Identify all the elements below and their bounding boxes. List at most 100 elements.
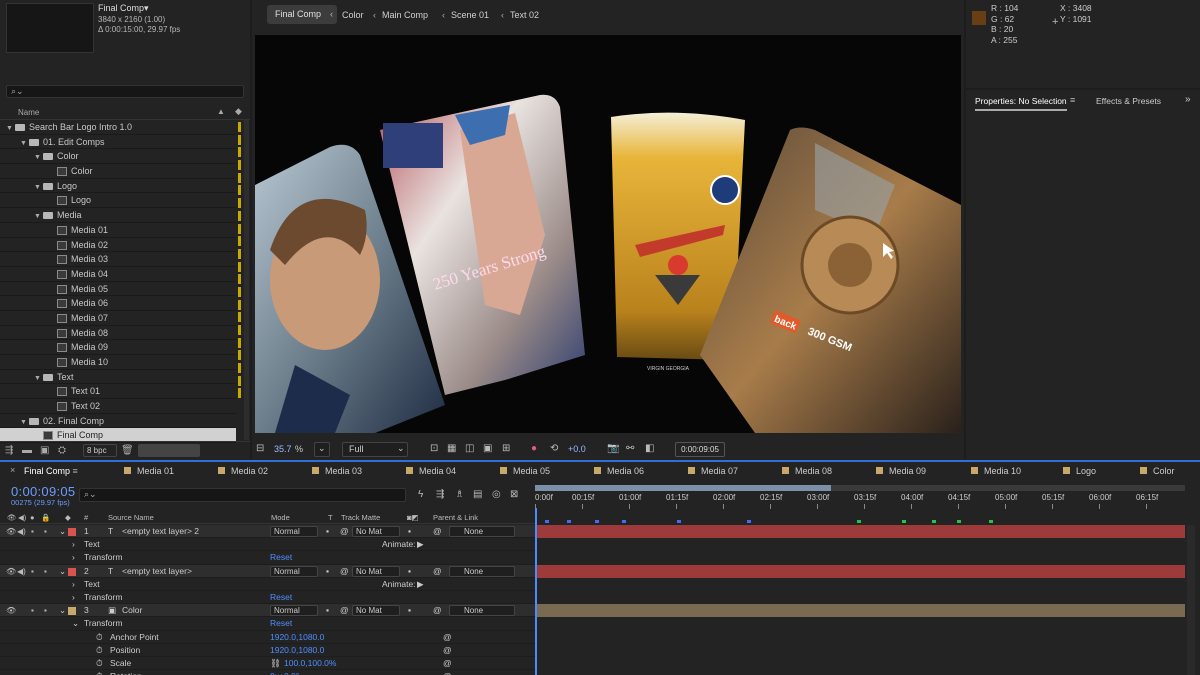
comp-name-label[interactable]: Final Comp▾: [98, 3, 149, 14]
keyframe-marker[interactable]: [595, 520, 599, 523]
label-color-chip[interactable]: [238, 261, 241, 272]
disclosure-triangle-icon[interactable]: ›: [72, 591, 75, 604]
label-color-chip[interactable]: [238, 312, 241, 323]
label-color-chip[interactable]: [238, 325, 241, 335]
preserve-transparency-checkbox[interactable]: ▪: [326, 565, 329, 578]
tab-menu-icon[interactable]: ≡: [70, 466, 78, 476]
stopwatch-icon[interactable]: ⏱: [96, 670, 103, 675]
keyframe-marker[interactable]: [857, 520, 861, 523]
timeline-property-row[interactable]: › Transform Reset: [0, 551, 535, 565]
layer-duration-bar[interactable]: [537, 604, 1185, 618]
project-comp-item[interactable]: Media 01: [0, 223, 236, 238]
reset-exposure-icon[interactable]: ⟲: [550, 443, 558, 454]
project-folder-item[interactable]: ▼ Logo: [0, 179, 236, 194]
label-color-chip[interactable]: [238, 210, 241, 221]
breadcrumb-scene-01[interactable]: ‹ Scene 01: [442, 10, 489, 20]
disclosure-triangle-icon[interactable]: ›: [72, 578, 75, 591]
track-matte-dropdown[interactable]: No Mat: [352, 605, 400, 617]
expression-pickwhip-icon[interactable]: @: [443, 657, 452, 670]
breadcrumb-color[interactable]: Color: [342, 10, 364, 20]
blend-mode-dropdown[interactable]: Normal: [270, 526, 318, 537]
project-folder-item[interactable]: ▼ Text: [0, 370, 236, 385]
project-settings-icon[interactable]: ⛭: [58, 445, 66, 456]
property-value[interactable]: 0x+0.0°: [270, 670, 299, 675]
comp-flowchart-icon[interactable]: ⇶: [436, 489, 444, 500]
solo-switch[interactable]: ▪: [31, 604, 34, 617]
graph-editor-icon[interactable]: ⊠: [510, 489, 518, 500]
stopwatch-icon[interactable]: ⏱: [96, 644, 103, 657]
frame-blending-icon[interactable]: ▤: [473, 489, 482, 500]
motion-blur-icon[interactable]: ◎: [492, 489, 501, 500]
label-tag-icon[interactable]: ◆: [65, 513, 71, 522]
layer-label-color[interactable]: [68, 528, 76, 536]
audio-switch-icon[interactable]: ◀): [17, 525, 26, 538]
rulers-icon[interactable]: ⊞: [502, 443, 510, 454]
label-color-chip[interactable]: [238, 122, 241, 132]
timeline-tab[interactable]: Media 08: [782, 466, 832, 476]
animate-menu-icon[interactable]: ▶: [417, 578, 424, 591]
preserve-transparency-checkbox[interactable]: ▪: [326, 604, 329, 617]
video-switch-icon[interactable]: 👁: [6, 525, 16, 538]
timeline-tab[interactable]: Color: [1140, 466, 1175, 476]
layer-source-name[interactable]: <empty text layer> 2: [122, 525, 199, 538]
bit-depth-button[interactable]: 8 bpc: [83, 444, 117, 457]
project-folder-item[interactable]: ▼ Media: [0, 208, 236, 223]
project-comp-item[interactable]: Text 01: [0, 384, 236, 400]
timeline-property-row[interactable]: ⌄ Transform Reset: [0, 617, 535, 631]
lock-icon[interactable]: 🔒: [41, 513, 50, 522]
timeline-layer-row[interactable]: 👁 ◀) ▪ ▪ ⌄ 2 T <empty text layer> Normal ▪ @ No Mat…: [0, 564, 535, 578]
project-comp-item[interactable]: Media 08: [0, 326, 236, 341]
project-folder-item[interactable]: ▼ Color: [0, 149, 236, 165]
tab-effects-presets[interactable]: Effects & Presets: [1096, 96, 1161, 106]
matte-pickwhip-icon[interactable]: @: [340, 525, 349, 538]
timeline-tab[interactable]: Media 10: [971, 466, 1021, 476]
keyframe-marker[interactable]: [989, 520, 993, 523]
invert-matte-checkbox[interactable]: ▪: [408, 604, 411, 617]
property-value[interactable]: 1920.0,1080.0: [270, 631, 324, 644]
parent-dropdown[interactable]: None: [449, 565, 515, 577]
track-area[interactable]: [537, 520, 1185, 675]
project-scrollbar[interactable]: [244, 120, 249, 440]
timeline-scrollbar[interactable]: [1187, 525, 1195, 675]
keyframe-marker[interactable]: [545, 520, 549, 523]
timeline-tab[interactable]: Final Comp ≡: [24, 466, 78, 476]
keyframe-marker[interactable]: [902, 520, 906, 523]
audio-switch-icon[interactable]: ◀): [17, 565, 26, 578]
audio-switch-icon[interactable]: ◀): [18, 513, 26, 522]
timeline-property-row[interactable]: ⏱ Anchor Point 1920.0,1080.0 @: [0, 631, 535, 644]
label-color-chip[interactable]: [238, 185, 241, 196]
project-comp-item[interactable]: Media 04: [0, 267, 236, 282]
exposure-value[interactable]: +0.0: [568, 444, 586, 454]
fast-previews-icon[interactable]: ◧: [645, 443, 654, 454]
project-folder-item[interactable]: ▼ 02. Final Comp: [0, 414, 236, 429]
parent-pickwhip-icon[interactable]: @: [433, 604, 442, 617]
always-preview-icon[interactable]: ⊟: [256, 443, 264, 454]
project-comp-item[interactable]: Logo: [0, 193, 236, 209]
label-color-chip[interactable]: [238, 223, 241, 234]
name-column-header[interactable]: Name: [18, 108, 39, 117]
property-value[interactable]: Reset: [270, 617, 292, 630]
timeline-tab[interactable]: Media 07: [688, 466, 738, 476]
video-switch-icon[interactable]: 👁: [6, 604, 16, 617]
property-value[interactable]: Reset: [270, 591, 292, 604]
color-channels-icon[interactable]: ●: [531, 443, 537, 454]
lock-switch[interactable]: ▪: [44, 565, 47, 578]
mask-visibility-icon[interactable]: ◫: [465, 443, 474, 454]
composition-viewer[interactable]: 250 Years Strong VIRGIN GEORGIA back 300…: [255, 35, 961, 433]
breadcrumb-main-comp[interactable]: ‹ Main Comp: [373, 10, 428, 20]
snapshot-icon[interactable]: 📷: [607, 443, 619, 454]
label-color-chip[interactable]: [238, 198, 241, 209]
solo-switch[interactable]: ▪: [31, 565, 34, 578]
parent-pickwhip-icon[interactable]: @: [433, 525, 442, 538]
label-color-chip[interactable]: [238, 375, 241, 386]
timeline-tab[interactable]: Media 02: [218, 466, 268, 476]
label-color-chip[interactable]: [238, 337, 241, 348]
project-comp-item[interactable]: Media 03: [0, 252, 236, 267]
show-snapshot-icon[interactable]: ⚯: [626, 443, 634, 454]
layer-source-name[interactable]: Color: [122, 604, 142, 617]
keyframe-marker[interactable]: [932, 520, 936, 523]
label-color-chip[interactable]: [238, 363, 241, 374]
invert-matte-checkbox[interactable]: ▪: [408, 565, 411, 578]
keyframe-marker[interactable]: [747, 520, 751, 523]
project-comp-item[interactable]: Text 02: [0, 399, 236, 414]
